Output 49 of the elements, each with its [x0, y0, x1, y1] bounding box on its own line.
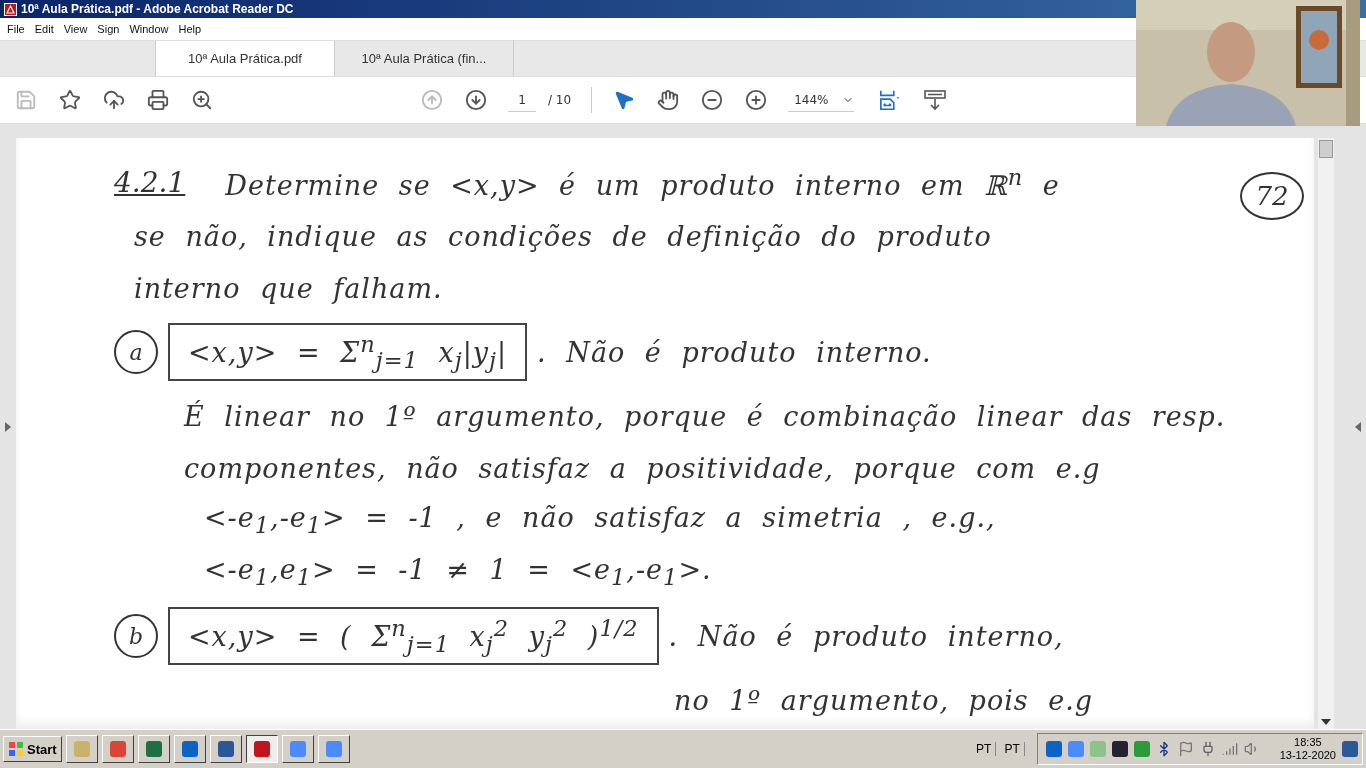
answer-text: no 1º argumento, pois e.g	[674, 684, 1094, 716]
star-icon[interactable]	[58, 88, 82, 112]
zoom-out-icon[interactable]	[700, 88, 725, 112]
boxed-formula: <x,y> = Σ$^{n}$$_{j=1}$ x$_{j}$|y$_{j}$|	[168, 322, 528, 382]
menu-item[interactable]: Help	[173, 23, 207, 35]
exercise-text: se não, indique as condições de definição do produto	[134, 220, 992, 252]
answer-text: <-e$_{1}$,-e$_{1}$> = -1 , e não satisfaz a simetria , e.g.,	[204, 501, 996, 539]
scrollbar[interactable]	[1318, 138, 1334, 729]
item-label: b	[114, 614, 158, 658]
expand-right-icon[interactable]	[1355, 421, 1361, 432]
answer-text: É linear no 1º argumento, porque é combinação linear das resp.	[184, 400, 1226, 432]
window-title: 10ª Aula Prática.pdf - Adobe Acrobat Reader DC	[21, 2, 294, 16]
exercise-text: interno que falham.	[134, 272, 443, 304]
zoom-in-icon[interactable]	[744, 88, 769, 112]
taskbar-app-button[interactable]	[245, 735, 278, 763]
windows-logo-icon	[8, 741, 24, 757]
expand-left-icon[interactable]	[5, 421, 11, 432]
zoom-icon[interactable]	[190, 88, 214, 112]
menu-item[interactable]: File	[2, 23, 30, 35]
item-label: a	[114, 330, 158, 374]
answer-text: componentes, não satisfaz a positividade, porque com e.g	[184, 452, 1101, 484]
answer-text: . Não é produto interno,	[668, 620, 1064, 652]
language-indicator[interactable]: PT	[1000, 742, 1025, 756]
print-icon[interactable]	[146, 88, 170, 112]
menu-item[interactable]: View	[58, 23, 93, 35]
next-page-icon[interactable]	[464, 88, 488, 112]
page-total: / 10	[548, 93, 572, 107]
scroll-down-icon[interactable]	[1321, 719, 1331, 725]
tray-app-icon[interactable]	[1111, 741, 1128, 757]
menu-item[interactable]: Window	[124, 23, 174, 35]
start-button[interactable]: Start	[3, 736, 62, 762]
zoom-field[interactable]: 144%	[788, 88, 855, 112]
signal-icon[interactable]	[1221, 741, 1238, 757]
document-tab[interactable]: 10ª Aula Prática.pdf	[155, 41, 335, 76]
exercise-text: Determine se <x,y> é um produto interno em ℝ$^{n}$ e	[225, 169, 1060, 201]
page-number-field[interactable]: 1	[508, 88, 536, 112]
exercise-number: 4.2.1	[114, 165, 186, 199]
language-indicator[interactable]: PT	[972, 742, 997, 756]
clock: 18:35 13-12-2020	[1279, 736, 1336, 762]
page-number: 72	[1240, 172, 1304, 220]
hand-icon[interactable]	[656, 88, 681, 112]
cloud-upload-icon[interactable]	[102, 88, 126, 112]
menu-item[interactable]: Edit	[29, 23, 59, 35]
answer-text: . Não é produto interno.	[537, 336, 932, 368]
answer-text: <-e$_{1}$,e$_{1}$> = -1 ≠ 1 = <e$_{1}$,-e$_{1}$>.	[204, 553, 712, 591]
scrollbar-thumb[interactable]	[1319, 140, 1333, 158]
flag-icon[interactable]	[1177, 741, 1194, 757]
menu-item[interactable]: Sign	[92, 23, 125, 35]
boxed-formula: <x,y> = ( Σ$^{n}$$_{j=1}$ x$_{j}$$^{2}$ y$_{j}$$^{2}$ )$^{1/2}$	[168, 606, 659, 666]
